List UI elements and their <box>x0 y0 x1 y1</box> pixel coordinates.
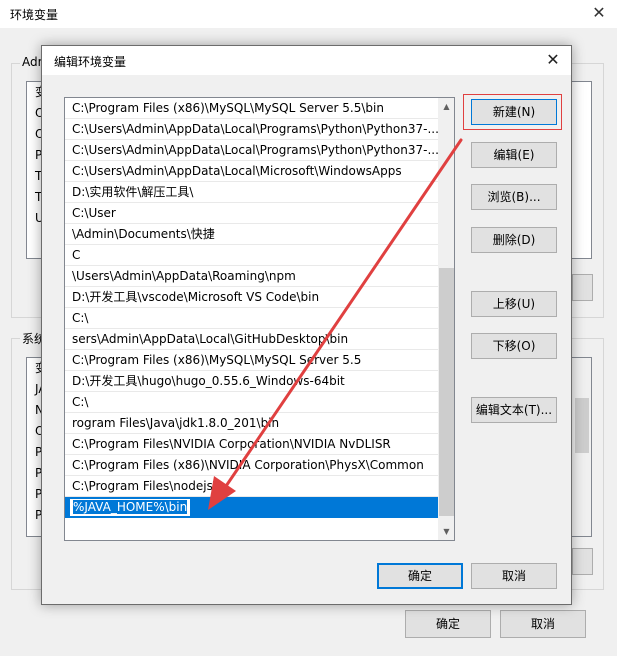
path-row[interactable]: D:\开发工具\vscode\Microsoft VS Code\bin <box>65 287 438 308</box>
path-row-selected[interactable]: %JAVA_HOME%\bin <box>65 497 438 518</box>
path-list-scrollbar[interactable]: ▲ ▼ <box>438 98 454 540</box>
path-inline-editor[interactable]: %JAVA_HOME%\bin <box>70 499 191 516</box>
delete-button[interactable]: 删除(D) <box>471 227 557 253</box>
path-row[interactable]: C:\Program Files (x86)\NVIDIA Corporatio… <box>65 455 438 476</box>
bg-titlebar: 环境变量 ✕ <box>0 0 617 28</box>
path-row[interactable]: C <box>65 245 438 266</box>
path-row[interactable]: C:\Users\Admin\AppData\Local\Programs\Py… <box>65 140 438 161</box>
path-row[interactable]: C:\Program Files (x86)\MySQL\MySQL Serve… <box>65 350 438 371</box>
path-row[interactable]: C:\Program Files\nodejs\ <box>65 476 438 497</box>
dialog-close-icon[interactable]: ✕ <box>543 50 563 70</box>
path-row[interactable]: C:\Users\Admin\AppData\Local\Microsoft\W… <box>65 161 438 182</box>
path-row[interactable]: C:\Program Files (x86)\MySQL\MySQL Serve… <box>65 98 438 119</box>
edit-text-button[interactable]: 编辑文本(T)... <box>471 397 557 423</box>
move-down-button[interactable]: 下移(O) <box>471 333 557 359</box>
path-list[interactable]: C:\Program Files (x86)\MySQL\MySQL Serve… <box>64 97 455 541</box>
path-row[interactable]: C:\Program Files\NVIDIA Corporation\NVID… <box>65 434 438 455</box>
dialog-titlebar: 编辑环境变量 ✕ <box>42 46 571 75</box>
path-row[interactable]: C:\User <box>65 203 438 224</box>
path-row[interactable]: C:\Users\Admin\AppData\Local\Programs\Py… <box>65 119 438 140</box>
path-row[interactable]: \Admin\Documents\快捷 <box>65 224 438 245</box>
bg-close-icon[interactable]: ✕ <box>591 3 607 23</box>
path-editor-text: %JAVA_HOME%\bin <box>73 500 188 514</box>
path-row[interactable]: sers\Admin\AppData\Local\GitHubDesktop\b… <box>65 329 438 350</box>
move-up-button[interactable]: 上移(U) <box>471 291 557 317</box>
path-row[interactable]: C:\ <box>65 308 438 329</box>
scroll-down-icon[interactable]: ▼ <box>438 523 454 540</box>
path-rows: C:\Program Files (x86)\MySQL\MySQL Serve… <box>65 98 438 518</box>
dialog-title: 编辑环境变量 <box>54 55 127 69</box>
scroll-up-icon[interactable]: ▲ <box>438 98 454 115</box>
edit-environment-variable-dialog: 编辑环境变量 ✕ C:\Program Files (x86)\MySQL\My… <box>41 45 572 605</box>
system-scroll-thumb[interactable] <box>575 398 589 453</box>
new-button[interactable]: 新建(N) <box>471 99 557 125</box>
edit-button[interactable]: 编辑(E) <box>471 142 557 168</box>
system-list-scrollbar[interactable] <box>572 357 592 537</box>
browse-button[interactable]: 浏览(B)... <box>471 184 557 210</box>
user-edit-button-edge[interactable] <box>572 274 593 301</box>
dialog-cancel-button[interactable]: 取消 <box>471 563 557 589</box>
system-edit-button-edge[interactable] <box>572 548 593 575</box>
path-row[interactable]: C:\ <box>65 392 438 413</box>
bg-cancel-button[interactable]: 取消 <box>500 610 586 638</box>
bg-ok-button[interactable]: 确定 <box>405 610 491 638</box>
dialog-ok-button[interactable]: 确定 <box>377 563 463 589</box>
bg-window-title: 环境变量 <box>10 8 59 22</box>
path-row[interactable]: \Users\Admin\AppData\Roaming\npm <box>65 266 438 287</box>
path-row[interactable]: D:\实用软件\解压工具\ <box>65 182 438 203</box>
path-row[interactable]: D:\开发工具\hugo\hugo_0.55.6_Windows-64bit <box>65 371 438 392</box>
user-list-edge <box>572 81 592 259</box>
path-row[interactable]: rogram Files\Java\jdk1.8.0_201\bin <box>65 413 438 434</box>
scroll-thumb[interactable] <box>439 268 454 516</box>
